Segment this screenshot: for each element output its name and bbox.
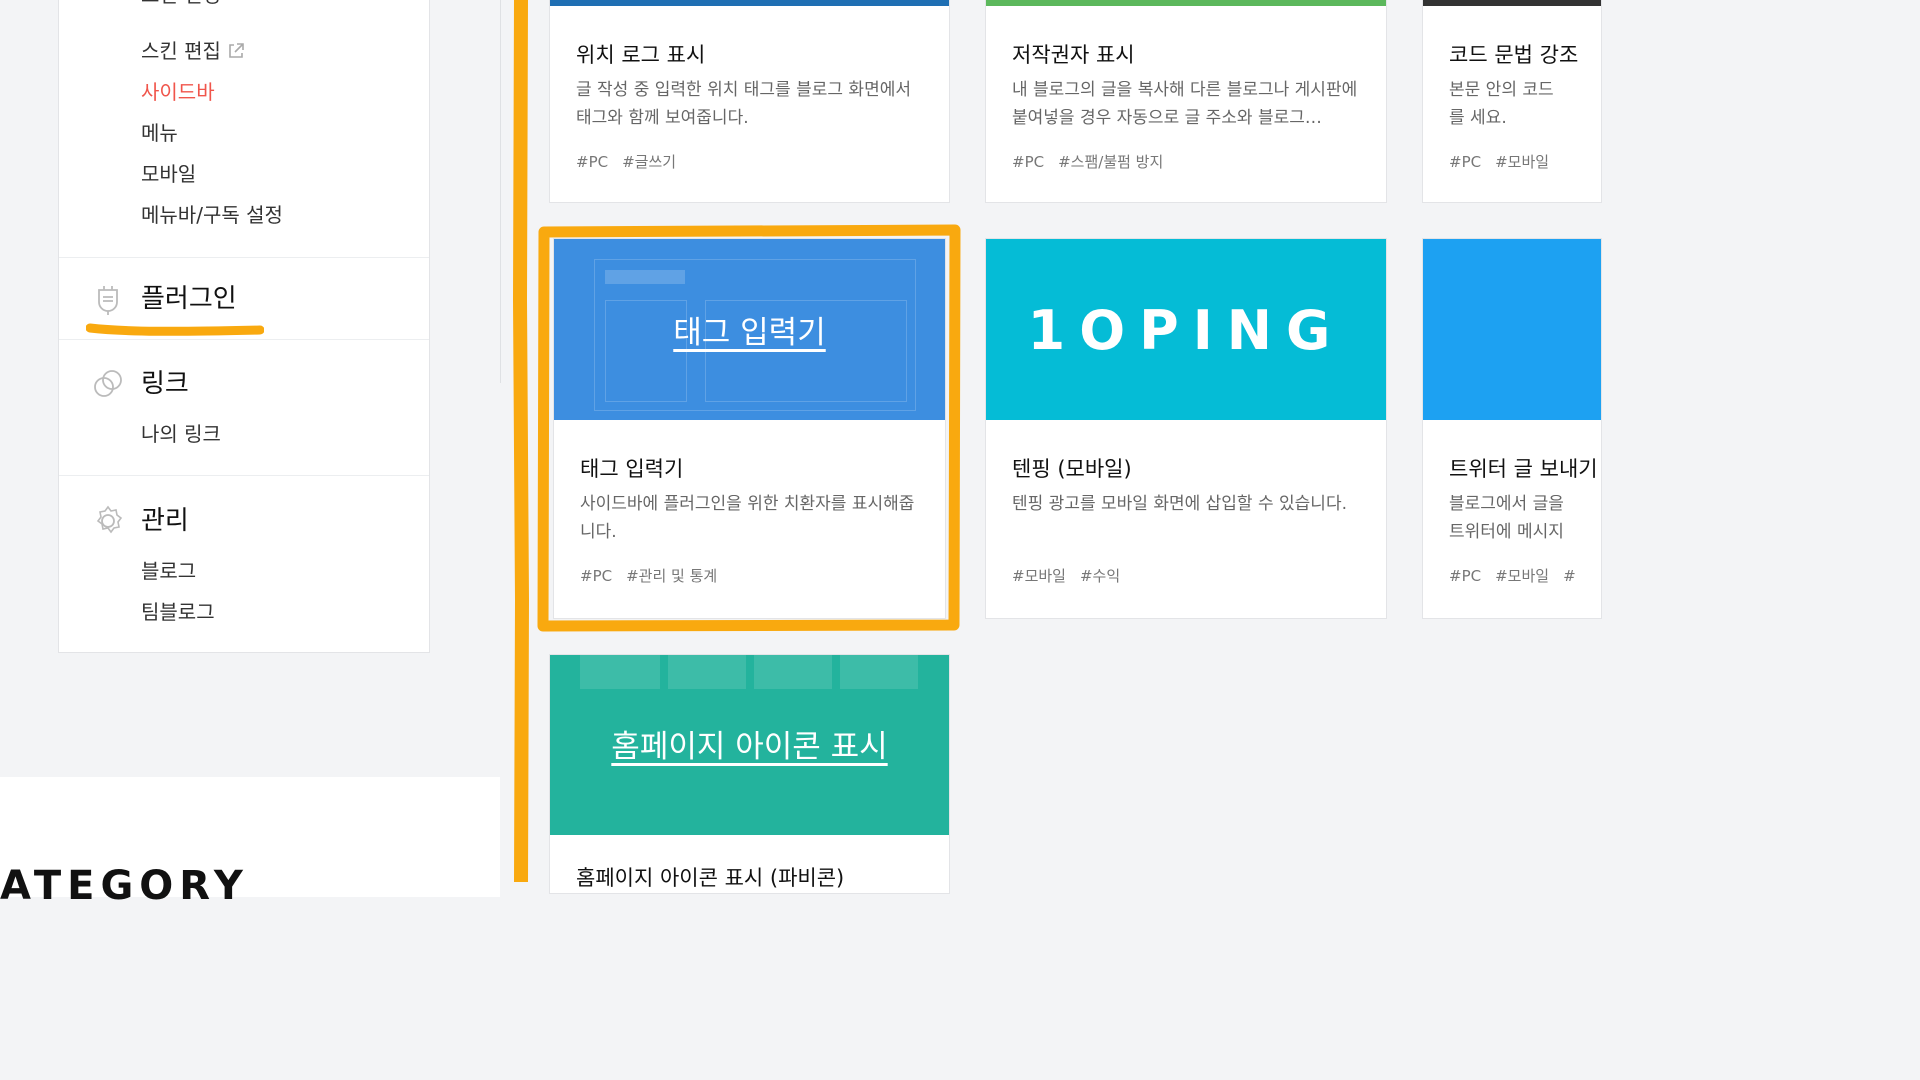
plugin-card-code-highlight[interactable]: 코드 문법 강조 본문 안의 코드를 세요. #PC #모바일 <box>1422 0 1602 203</box>
plugin-card-favicon[interactable]: 홈페이지 아이콘 표시 홈페이지 아이콘 표시 (파비콘) <box>549 654 950 894</box>
external-link-icon <box>229 43 244 58</box>
card-banner: 1OPING <box>986 239 1386 420</box>
card-description: 내 블로그의 글을 복사해 다른 블로그나 게시판에 붙여넣을 경우 자동으로 … <box>1012 80 1358 128</box>
plugin-card-tenping-mobile[interactable]: 1OPING 텐핑 (모바일) 텐핑 광고를 모바일 화면에 삽입할 수 있습니… <box>985 238 1387 619</box>
card-title: 텐핑 (모바일) <box>1012 457 1132 481</box>
card-tags: #PC #모바일 <box>1449 151 1563 172</box>
sidebar-item-label: 스킨 편집 <box>141 39 221 63</box>
card-title: 위치 로그 표시 <box>576 43 706 67</box>
tag[interactable]: #수익 <box>1080 567 1120 585</box>
tag[interactable]: #스팸/불펌 방지 <box>1058 153 1163 171</box>
divider <box>59 257 429 258</box>
sidebar-item-skin-edit[interactable]: 스킨 편집 <box>141 35 245 64</box>
card-description: 텐핑 광고를 모바일 화면에 삽입할 수 있습니다. <box>1012 494 1347 514</box>
card-title: 홈페이지 아이콘 표시 (파비콘) <box>576 866 845 890</box>
card-description: 글 작성 중 입력한 위치 태그를 블로그 화면에서 태그와 함께 보여줍니다. <box>576 80 911 128</box>
gear-icon <box>96 505 123 534</box>
tenping-logo: 1OPING <box>1027 299 1345 362</box>
content-edge <box>500 0 501 383</box>
tag[interactable]: # <box>1563 567 1576 585</box>
plugin-card-copyright[interactable]: 저작권자 표시 내 블로그의 글을 복사해 다른 블로그나 게시판에 붙여넣을 … <box>985 0 1387 203</box>
sidebar-section-title: 플러그인 <box>141 284 237 314</box>
card-color-bar <box>986 0 1386 6</box>
link-icon <box>94 370 122 397</box>
card-tags: #PC #글쓰기 <box>576 151 690 172</box>
tag[interactable]: #PC <box>1012 153 1044 171</box>
card-title: 저작권자 표시 <box>1012 43 1135 67</box>
sidebar-item-menubar-subscribe[interactable]: 메뉴바/구독 설정 <box>141 199 283 228</box>
sidebar-item-my-link[interactable]: 나의 링크 <box>141 418 221 447</box>
card-banner <box>1423 239 1601 420</box>
partial-heading: ATEGORY <box>0 863 249 909</box>
orange-vertical-annotation <box>512 0 530 882</box>
sidebar-item-mobile[interactable]: 모바일 <box>141 158 196 187</box>
banner-title: 홈페이지 아이콘 표시 <box>611 729 888 765</box>
tag[interactable]: #모바일 <box>1012 567 1066 585</box>
card-tags: #PC #모바일 # <box>1449 565 1590 586</box>
tag[interactable]: #PC <box>1449 567 1481 585</box>
card-tags: #모바일 #수익 <box>1012 565 1134 586</box>
sidebar-item-menu[interactable]: 메뉴 <box>141 117 178 146</box>
card-tags: #PC #스팸/불펌 방지 <box>1012 151 1177 172</box>
sidebar-item-skin-change[interactable]: 스킨 변경 <box>141 0 221 8</box>
sidebar-item-blog[interactable]: 블로그 <box>141 555 196 584</box>
card-description: 본문 안의 코드를 세요. <box>1449 80 1554 128</box>
plug-icon <box>98 286 118 315</box>
card-color-bar <box>1423 0 1601 6</box>
tag[interactable]: #글쓰기 <box>622 153 676 171</box>
card-color-bar <box>550 0 949 6</box>
orange-highlight-annotation <box>537 224 961 632</box>
sidebar-item-team-blog[interactable]: 팀블로그 <box>141 596 215 625</box>
sidebar-section-title: 관리 <box>141 506 189 536</box>
card-description: 블로그에서 글을 트위터에 메시지 <box>1449 494 1564 542</box>
tag[interactable]: #PC <box>1449 153 1481 171</box>
sidebar-section-title: 링크 <box>141 369 189 399</box>
plugin-card-location-log[interactable]: 위치 로그 표시 글 작성 중 입력한 위치 태그를 블로그 화면에서 태그와 … <box>549 0 950 203</box>
card-title: 트위터 글 보내기 <box>1449 457 1598 481</box>
orange-underline-annotation <box>86 323 264 336</box>
plugin-card-twitter[interactable]: 트위터 글 보내기 블로그에서 글을 트위터에 메시지 #PC #모바일 # <box>1422 238 1602 619</box>
tag[interactable]: #모바일 <box>1495 153 1549 171</box>
tag[interactable]: #PC <box>576 153 608 171</box>
card-title: 코드 문법 강조 <box>1449 43 1579 67</box>
tag[interactable]: #모바일 <box>1495 567 1549 585</box>
card-banner: 홈페이지 아이콘 표시 <box>550 655 949 835</box>
sidebar-item-sidebar[interactable]: 사이드바 <box>141 76 215 105</box>
divider <box>59 475 429 476</box>
